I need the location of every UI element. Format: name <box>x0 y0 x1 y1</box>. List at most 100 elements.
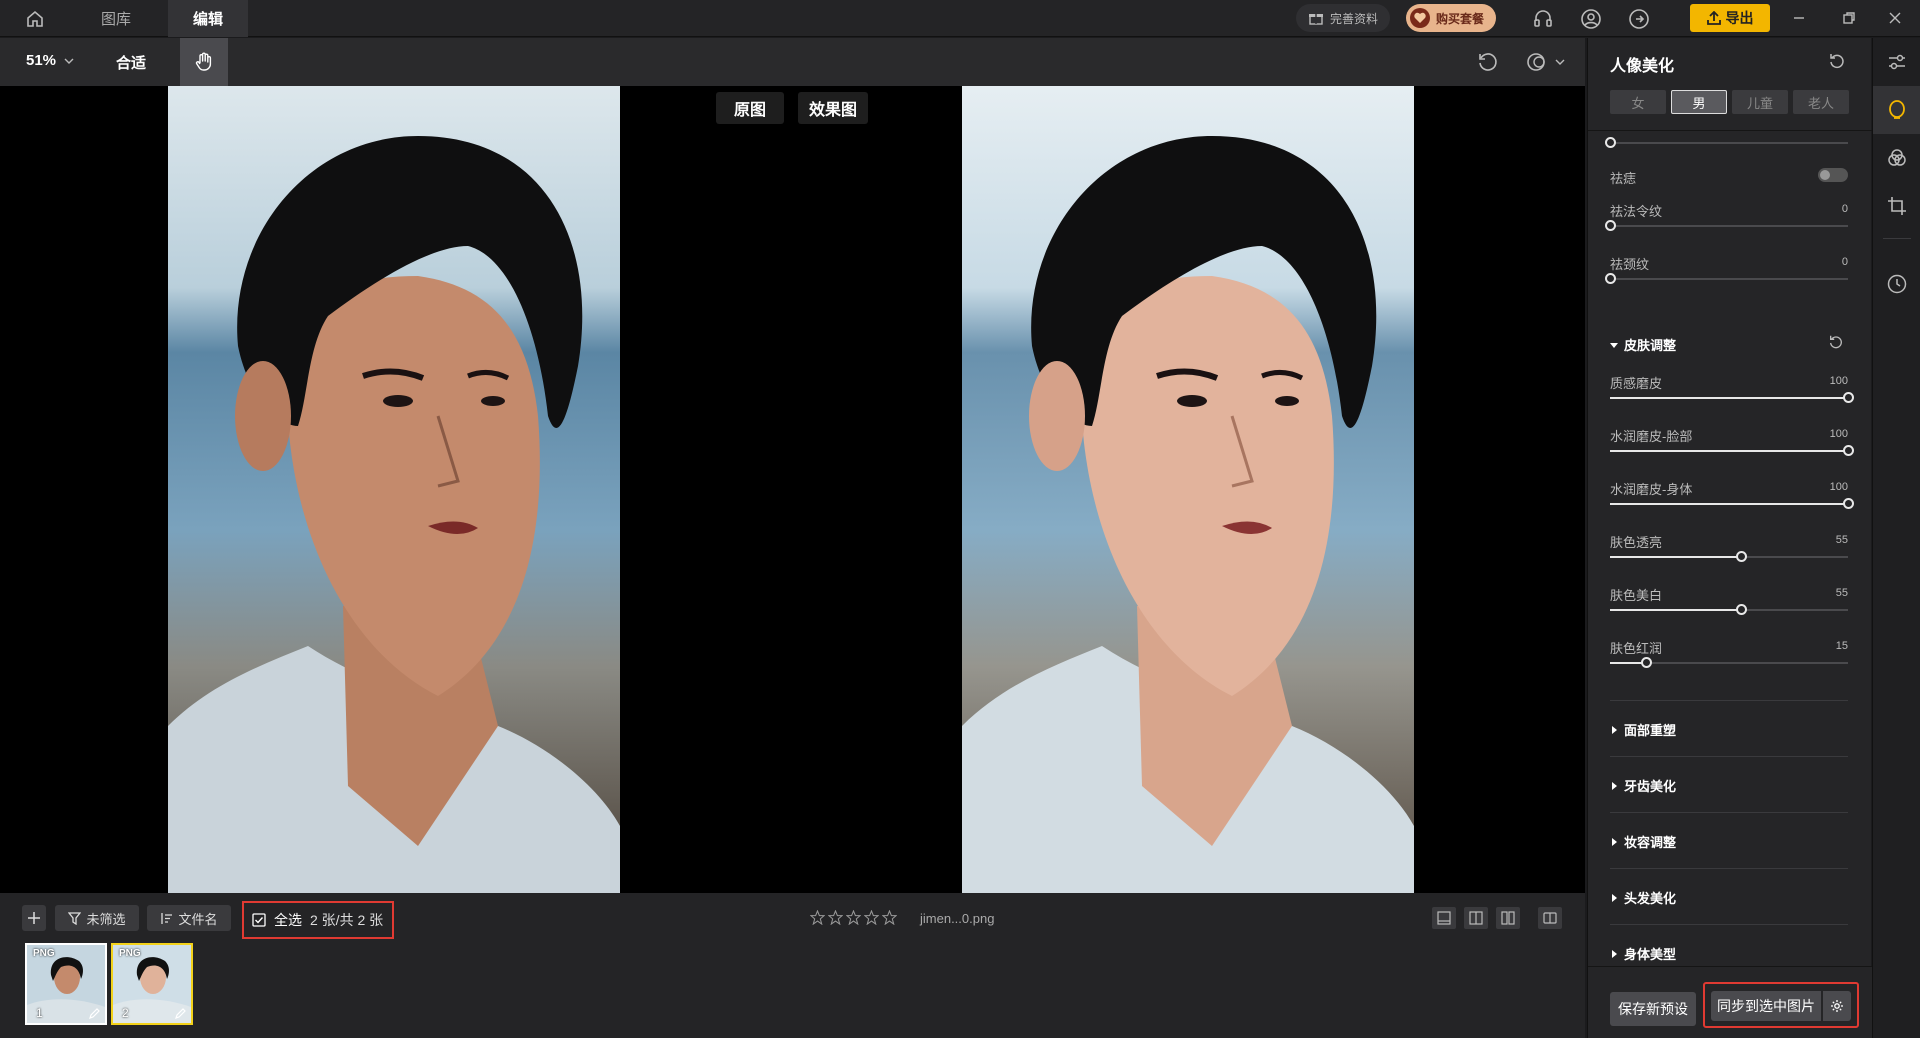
skin-slider-track[interactable] <box>1610 392 1854 403</box>
crop-icon[interactable] <box>1873 182 1920 230</box>
slider-knob[interactable] <box>1735 604 1747 615</box>
section-4[interactable]: 头发美化 <box>1610 888 1676 907</box>
compare-view-icon[interactable] <box>1538 907 1562 929</box>
fit-button[interactable]: 合适 <box>116 52 146 73</box>
compare-mode-icon[interactable] <box>1524 49 1568 75</box>
slider-track[interactable] <box>1605 137 1848 148</box>
tool-strip <box>1872 38 1920 1038</box>
checkbox-icon[interactable] <box>252 913 266 927</box>
skin-slider-track[interactable] <box>1610 657 1848 668</box>
section-3[interactable]: 妆容调整 <box>1610 832 1676 851</box>
filter-circles-icon[interactable] <box>1873 134 1920 182</box>
title-bar: 图库 编辑 完善资料 购买套餐 导出 <box>0 0 1920 37</box>
sync-to-selected-button[interactable]: 同步到选中图片 <box>1711 991 1821 1021</box>
caret-down-icon <box>1610 341 1618 349</box>
top-slider-value: 0 <box>1841 256 1848 268</box>
selection-count: 2 张/共 2 张 <box>310 912 384 928</box>
select-all-label: 全选 <box>274 912 302 928</box>
slider-knob[interactable] <box>1605 137 1616 148</box>
effect-photo <box>962 86 1414 893</box>
slider-fill <box>1610 397 1848 399</box>
home-icon[interactable] <box>22 6 48 32</box>
buy-package-pill[interactable]: 购买套餐 <box>1406 4 1497 32</box>
headset-icon[interactable] <box>1530 6 1556 32</box>
section-label: 头发美化 <box>1624 891 1677 906</box>
section-2[interactable]: 牙齿美化 <box>1610 776 1676 795</box>
section-1[interactable]: 面部重塑 <box>1610 720 1676 739</box>
export-button[interactable]: 导出 <box>1690 4 1770 32</box>
side-by-side-icon[interactable] <box>1496 907 1520 929</box>
select-all-group[interactable]: 全选 2 张/共 2 张 <box>242 901 394 939</box>
slider-knob[interactable] <box>1843 445 1854 456</box>
buy-package-label: 购买套餐 <box>1436 11 1485 26</box>
skin-slider-value: 15 <box>1835 640 1848 652</box>
save-preset-button[interactable]: 保存新预设 <box>1610 992 1696 1026</box>
slider-knob[interactable] <box>1843 498 1854 509</box>
gender-child-button[interactable]: 儿童 <box>1732 90 1788 114</box>
caret-right-icon <box>1610 781 1618 790</box>
tab-edit[interactable]: 编辑 <box>168 0 248 37</box>
filter-button[interactable]: 未筛选 <box>55 905 139 931</box>
star-icon[interactable] <box>864 910 879 925</box>
thumbnail-1[interactable]: PNG 1 <box>25 943 107 1025</box>
history-clock-icon[interactable] <box>1873 260 1920 308</box>
adjust-sliders-icon[interactable] <box>1873 38 1920 86</box>
profile-pill-label: 完善资料 <box>1330 11 1379 26</box>
rating-stars[interactable] <box>810 910 897 925</box>
star-icon[interactable] <box>828 910 843 925</box>
section-skin-adjust[interactable]: 皮肤调整 <box>1610 335 1676 354</box>
pencil-icon <box>89 1008 100 1019</box>
reset-icon[interactable] <box>1828 52 1846 70</box>
gear-icon[interactable] <box>1823 991 1851 1021</box>
mole-removal-label: 祛痣 <box>1610 171 1637 186</box>
profile-pill[interactable]: 完善资料 <box>1296 4 1391 32</box>
add-image-button[interactable] <box>22 905 46 931</box>
gender-female-button[interactable]: 女 <box>1610 90 1666 114</box>
slider-knob[interactable] <box>1735 551 1747 562</box>
star-icon[interactable] <box>810 910 825 925</box>
top-slider-track[interactable] <box>1605 220 1848 231</box>
skin-slider-track[interactable] <box>1610 551 1848 562</box>
app-window: 图库 编辑 完善资料 购买套餐 导出 51% 合适 原图 效果图 未筛选 文件名… <box>0 0 1920 1038</box>
gender-elder-button[interactable]: 老人 <box>1793 90 1849 114</box>
minimize-icon[interactable] <box>1784 4 1814 32</box>
rotate-reset-icon[interactable] <box>1474 49 1500 75</box>
section-divider <box>1610 924 1848 925</box>
section-5[interactable]: 身体美型 <box>1610 944 1676 963</box>
skin-slider-label: 质感磨皮 <box>1610 376 1663 391</box>
slider-knob[interactable] <box>1605 220 1616 231</box>
original-label: 原图 <box>716 92 784 124</box>
portrait-beauty-icon[interactable] <box>1873 86 1920 134</box>
mole-removal-toggle[interactable] <box>1818 168 1848 182</box>
tab-library[interactable]: 图库 <box>80 0 152 37</box>
sort-button[interactable]: 文件名 <box>147 905 231 931</box>
star-icon[interactable] <box>882 910 897 925</box>
zoom-select[interactable]: 51% <box>26 52 74 69</box>
user-icon[interactable] <box>1578 6 1604 32</box>
share-icon[interactable] <box>1626 6 1652 32</box>
skin-slider-track[interactable] <box>1610 445 1854 456</box>
image-canvas[interactable]: 原图 效果图 <box>0 86 1585 893</box>
skin-reset-icon[interactable] <box>1828 334 1844 350</box>
skin-slider-track[interactable] <box>1610 498 1854 509</box>
panel-divider <box>1588 130 1872 131</box>
caret-right-icon <box>1610 725 1618 734</box>
slider-knob[interactable] <box>1605 273 1616 284</box>
close-icon[interactable] <box>1880 4 1910 32</box>
single-view-icon[interactable] <box>1432 907 1456 929</box>
top-slider-track[interactable] <box>1605 273 1848 284</box>
star-icon[interactable] <box>846 910 861 925</box>
gender-male-button[interactable]: 男 <box>1671 90 1727 114</box>
skin-slider-label: 水润磨皮-脸部 <box>1610 429 1693 444</box>
skin-slider-label: 肤色红润 <box>1610 641 1663 656</box>
thumbnail-2[interactable]: PNG 2 <box>111 943 193 1025</box>
restore-icon[interactable] <box>1834 4 1864 32</box>
strip-divider <box>1883 238 1911 239</box>
edit-toolbar: 51% 合适 <box>0 38 1585 86</box>
slider-knob[interactable] <box>1843 392 1854 403</box>
skin-slider-track[interactable] <box>1610 604 1848 615</box>
sort-icon <box>160 912 173 925</box>
slider-knob[interactable] <box>1640 657 1652 668</box>
hand-tool-icon[interactable] <box>180 38 228 86</box>
vertical-split-icon[interactable] <box>1464 907 1488 929</box>
